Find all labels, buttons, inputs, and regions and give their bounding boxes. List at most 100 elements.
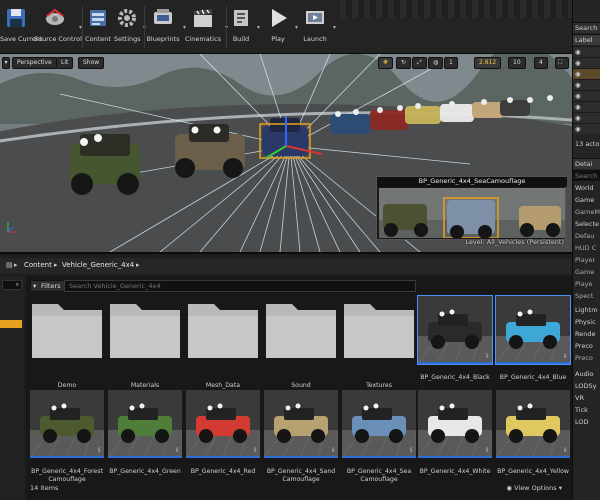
details-tab[interactable]: Detai xyxy=(573,158,600,169)
asset-name: BP_Generic_4x4_Red xyxy=(190,468,256,475)
game-section[interactable]: Game xyxy=(575,196,600,204)
level-label: Level: All_Vehicles (Persistent) xyxy=(465,238,564,246)
asset-tile[interactable]: ⇩ BP_Generic_4x4_Green xyxy=(108,390,182,475)
default-label: Defau xyxy=(575,232,595,240)
launch-icon xyxy=(306,11,324,24)
details-search-text: Search xyxy=(575,172,598,180)
maximize-viewport-button[interactable]: ⛶ xyxy=(555,57,569,69)
build-dropdown-icon[interactable]: ▾ xyxy=(257,24,260,31)
asset-tile[interactable]: ⇩ BP_Generic_4x4_Forest Camouflage xyxy=(30,390,104,483)
cam-speed-value: 4 xyxy=(539,59,543,66)
asset-tile[interactable]: ⇩ BP_Generic_4x4_Sea Camouflage xyxy=(342,390,416,483)
vehicle-thumbnail xyxy=(30,390,104,458)
grid-snap-button[interactable]: 10 xyxy=(508,57,526,69)
fov-button[interactable]: 2.812 xyxy=(474,57,502,69)
audio-section[interactable]: Audio xyxy=(575,370,600,378)
eye-icon[interactable]: ◉ xyxy=(575,70,600,78)
outliner-row[interactable]: ◉ xyxy=(573,57,600,68)
world-local-button[interactable]: ◍ xyxy=(428,57,444,69)
camera-preview: BP_Generic_4x4_SeaCamouflage xyxy=(376,176,567,240)
asset-tile[interactable]: ⇩ BP_Generic_4x4_Black xyxy=(417,295,493,381)
eye-icon[interactable]: ◉ xyxy=(575,92,600,100)
physics-section[interactable]: Physic xyxy=(575,318,600,326)
asset-tile[interactable]: ⇩ BP_Generic_4x4_White xyxy=(418,390,492,475)
outliner-row[interactable]: ◉ xyxy=(573,79,600,90)
level-viewport[interactable]: ▾ Perspective Lit Show ✥ ↻ ⤢ ◍ 1 2.812 1… xyxy=(0,54,572,252)
eye-icon[interactable]: ◉ xyxy=(575,48,600,56)
breadcrumb-folder[interactable]: Vehicle_Generic_4x4 xyxy=(62,261,134,269)
folder-mesh-data[interactable]: Mesh_Data xyxy=(186,296,260,389)
outliner-row[interactable]: ◉ xyxy=(573,101,600,112)
launch-dropdown-icon[interactable]: ▾ xyxy=(333,24,336,31)
rendering-section[interactable]: Rende xyxy=(575,330,600,338)
outliner-row-selected[interactable]: ◉ xyxy=(573,68,600,79)
save-current-button[interactable]: Save Current xyxy=(0,2,42,52)
tick-section[interactable]: Tick xyxy=(575,406,600,414)
outliner-label-header[interactable]: Label xyxy=(573,34,600,45)
scale-tool-button[interactable]: ⤢ xyxy=(412,57,427,69)
lightmass-section[interactable]: Lightm xyxy=(575,306,600,314)
grid-snap-value: 10 xyxy=(513,59,521,66)
build-button[interactable]: Build ▾ xyxy=(228,2,260,52)
source-control-button[interactable]: Source Control ▾ xyxy=(34,2,82,52)
download-icon: ⇩ xyxy=(484,447,490,454)
outliner-search[interactable]: Search xyxy=(573,22,600,33)
folder-icon xyxy=(110,304,180,358)
filters-button[interactable]: ▾ Filters xyxy=(30,280,66,292)
world-section[interactable]: World xyxy=(575,184,600,192)
asset-type-bar xyxy=(108,456,182,458)
eye-icon[interactable]: ◉ xyxy=(575,59,600,67)
surface-snap-button[interactable]: 1 xyxy=(444,57,458,69)
translate-tool-button[interactable]: ✥ xyxy=(378,57,394,69)
outliner-row[interactable]: ◉ xyxy=(573,112,600,123)
play-dropdown-icon[interactable]: ▾ xyxy=(295,24,298,31)
launch-button[interactable]: Launch ▾ xyxy=(300,2,336,52)
asset-tile[interactable]: ⇩ BP_Generic_4x4_Red xyxy=(186,390,260,475)
selected-folder-highlight[interactable] xyxy=(0,320,22,328)
folder-demo[interactable]: Demo xyxy=(30,296,104,389)
outliner-row[interactable]: ◉ xyxy=(573,123,600,134)
hud-label: HUD C xyxy=(575,244,597,252)
asset-name: BP_Generic_4x4_Sand Camouflage xyxy=(266,468,336,483)
content-button[interactable]: Content xyxy=(84,2,112,52)
lit-button[interactable]: Lit xyxy=(56,57,74,69)
asset-tile[interactable]: ⇩ BP_Generic_4x4_Blue xyxy=(495,295,571,381)
asset-tile[interactable]: ⇩ BP_Generic_4x4_Yellow xyxy=(496,390,570,475)
outliner-row[interactable]: ◉ xyxy=(573,90,600,101)
vr-section[interactable]: VR xyxy=(575,394,600,402)
eye-icon[interactable]: ◉ xyxy=(575,81,600,89)
rotate-tool-button[interactable]: ↻ xyxy=(396,57,412,69)
asset-type-bar xyxy=(264,456,338,458)
content-browser-nav: ▤ ▸ Content ▸ Vehicle_Generic_4x4 ▸ xyxy=(0,258,572,274)
settings-button[interactable]: Settings ▾ xyxy=(114,2,146,52)
viewport-options-button[interactable]: ▾ xyxy=(2,57,10,69)
breadcrumb-arrow-icon: ▸ xyxy=(54,261,58,269)
precomputed-section[interactable]: Preco xyxy=(575,342,600,350)
outliner-search-text: Search xyxy=(575,24,598,32)
folder-sound[interactable]: Sound xyxy=(264,296,338,389)
folder-name: Mesh_Data xyxy=(205,382,241,389)
camera-speed-button[interactable]: 4 xyxy=(534,57,548,69)
play-button[interactable]: Play ▾ xyxy=(264,2,298,52)
folder-materials[interactable]: Materials xyxy=(108,296,182,389)
perspective-button[interactable]: Perspective xyxy=(12,57,57,69)
play-label: Play xyxy=(271,35,285,43)
folder-textures[interactable]: Textures xyxy=(342,296,416,389)
toolbar-separator xyxy=(226,6,227,48)
lod-section[interactable]: LOD xyxy=(575,418,600,426)
blueprints-button[interactable]: Blueprints ▾ xyxy=(146,2,186,52)
breadcrumb-content[interactable]: Content xyxy=(24,261,52,269)
view-options-button[interactable]: ◉ View Options ▾ xyxy=(506,484,562,492)
lod-system-section[interactable]: LODSy xyxy=(575,382,600,390)
asset-tile[interactable]: ⇩ BP_Generic_4x4_Sand Camouflage xyxy=(264,390,338,483)
eye-icon[interactable]: ◉ xyxy=(575,125,600,133)
outliner-row[interactable]: ◉ xyxy=(573,46,600,57)
eye-icon[interactable]: ◉ xyxy=(575,103,600,111)
download-icon: ⇩ xyxy=(252,447,258,454)
cinematics-button[interactable]: Cinematics ▾ xyxy=(184,2,228,52)
asset-search-input[interactable]: Search Vehicle_Generic_4x4 xyxy=(64,280,416,292)
show-button[interactable]: Show xyxy=(78,57,105,69)
sources-search[interactable]: ⌕ xyxy=(2,280,22,290)
details-search[interactable]: Search xyxy=(573,170,600,181)
eye-icon[interactable]: ◉ xyxy=(575,114,600,122)
